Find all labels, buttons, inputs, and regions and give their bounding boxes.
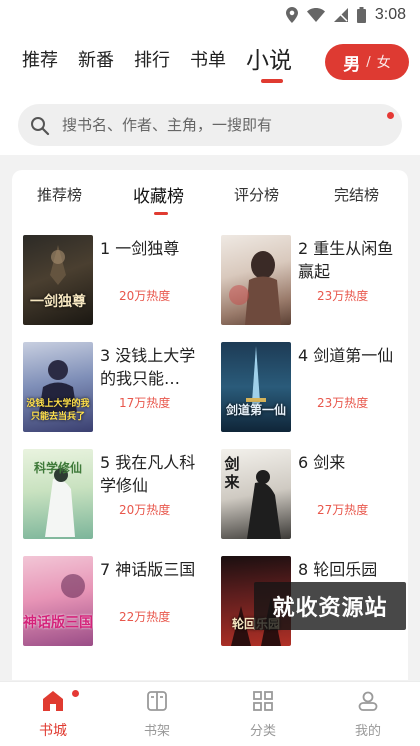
book-title[interactable]: 4 剑道第一仙 (298, 344, 402, 367)
cover-art (61, 574, 85, 598)
bookshelf-icon (147, 691, 167, 711)
gender-male-option[interactable]: 男 (343, 50, 360, 75)
tab-ranking[interactable]: 排行 (134, 48, 170, 74)
nav-bookshelf[interactable]: 书架 (127, 682, 187, 746)
cover-title: 没钱上大学的我只能去当兵了 (26, 399, 90, 422)
book-title[interactable]: 7 神话版三国 (100, 558, 204, 581)
book-title[interactable]: 6 剑来 (298, 451, 402, 474)
nav-label: 书架 (143, 724, 170, 739)
status-icons: 3:08 (285, 5, 406, 25)
search-bar[interactable] (18, 104, 402, 146)
book-heat: 17万热度 (119, 396, 171, 410)
status-bar: 3:08 (0, 0, 420, 30)
book-title[interactable]: 2 重生从闲鱼赢起 (298, 237, 402, 283)
book-cover[interactable]: 剑来 (221, 449, 291, 539)
cover-title: 剑道第一仙 (225, 403, 286, 417)
status-time: 3:08 (374, 6, 406, 23)
book-heat: 20万热度 (119, 503, 171, 517)
nav-bookstore[interactable]: 书城 (23, 682, 83, 746)
book-title[interactable]: 8 轮回乐园 (298, 558, 402, 581)
cover-title: 科学修仙 (33, 461, 82, 475)
tab-recommend-rank[interactable]: 推荐榜 (37, 184, 82, 205)
tab-favorite-rank[interactable]: 收藏榜 (133, 182, 184, 215)
book-heat: 23万热度 (317, 396, 369, 410)
battery-icon (356, 7, 366, 23)
location-icon (285, 7, 298, 23)
book-title[interactable]: 1 一剑独尊 (100, 237, 204, 260)
bottom-nav: 书城 书架 分类 我的 (0, 681, 420, 746)
nav-label: 书城 (39, 723, 67, 739)
book-cover[interactable]: 神话版三国 (23, 556, 93, 646)
book-item[interactable]: 一剑独尊 1 一剑独尊 20万热度 (23, 235, 213, 327)
book-item[interactable]: 没钱上大学的我只能去当兵了 3 没钱上大学的我只能… 17万热度 (23, 342, 213, 434)
signal-icon (333, 8, 348, 22)
book-cover[interactable]: 科学修仙 (23, 449, 93, 539)
tab-rating-rank[interactable]: 评分榜 (234, 184, 279, 205)
cover-title: 一剑独尊 (30, 294, 86, 310)
cover-art (246, 346, 266, 412)
search-input[interactable] (62, 116, 362, 134)
gender-toggle[interactable]: 男 / 女 (325, 44, 409, 80)
book-item[interactable]: 剑来 6 剑来 27万热度 (221, 449, 408, 541)
tab-novel[interactable]: 小说 (246, 48, 292, 83)
book-item[interactable]: 剑道第一仙 4 剑道第一仙 23万热度 (221, 342, 408, 434)
top-header: 推荐 新番 排行 书单 小说 男 / 女 (0, 30, 420, 155)
profile-icon (358, 691, 378, 711)
nav-category[interactable]: 分类 (233, 682, 293, 746)
nav-label: 我的 (354, 724, 381, 739)
wifi-icon (306, 8, 325, 22)
tab-finished-rank[interactable]: 完结榜 (334, 184, 379, 205)
book-cover[interactable]: 剑道第一仙 (221, 342, 291, 432)
book-heat: 23万热度 (317, 289, 369, 303)
cover-title: 神话版三国 (23, 615, 93, 631)
category-tabs: 推荐 新番 排行 书单 小说 (22, 48, 292, 83)
book-cover[interactable] (221, 235, 291, 325)
book-heat: 27万热度 (317, 503, 369, 517)
nav-profile[interactable]: 我的 (338, 682, 398, 746)
home-icon (43, 691, 63, 711)
book-heat: 22万热度 (119, 610, 171, 624)
tab-recommend[interactable]: 推荐 (22, 48, 58, 74)
tab-new-anime[interactable]: 新番 (78, 48, 114, 74)
nav-label: 分类 (249, 724, 276, 739)
gender-separator: / (366, 54, 371, 70)
book-item[interactable]: 科学修仙 5 我在凡人科学修仙 20万热度 (23, 449, 213, 541)
search-notification-dot (387, 112, 394, 119)
book-cover[interactable]: 一剑独尊 (23, 235, 93, 325)
watermark-label: 就收资源站 (254, 582, 406, 630)
search-icon (28, 104, 62, 146)
nav-notification-dot (72, 690, 79, 697)
cover-art (50, 245, 66, 285)
book-title[interactable]: 5 我在凡人科学修仙 (100, 451, 204, 497)
tab-booklist[interactable]: 书单 (190, 48, 226, 74)
cover-art (229, 251, 281, 325)
book-item[interactable]: 神话版三国 7 神话版三国 22万热度 (23, 556, 213, 648)
book-title[interactable]: 3 没钱上大学的我只能… (100, 344, 204, 390)
book-heat: 20万热度 (119, 289, 171, 303)
book-item[interactable]: 2 重生从闲鱼赢起 23万热度 (221, 235, 408, 327)
book-cover[interactable]: 没钱上大学的我只能去当兵了 (23, 342, 93, 432)
cover-title: 剑来 (224, 455, 240, 491)
ranking-tabs: 推荐榜 收藏榜 评分榜 完结榜 (12, 170, 408, 220)
category-icon (253, 691, 273, 711)
gender-female-option[interactable]: 女 (377, 52, 391, 72)
